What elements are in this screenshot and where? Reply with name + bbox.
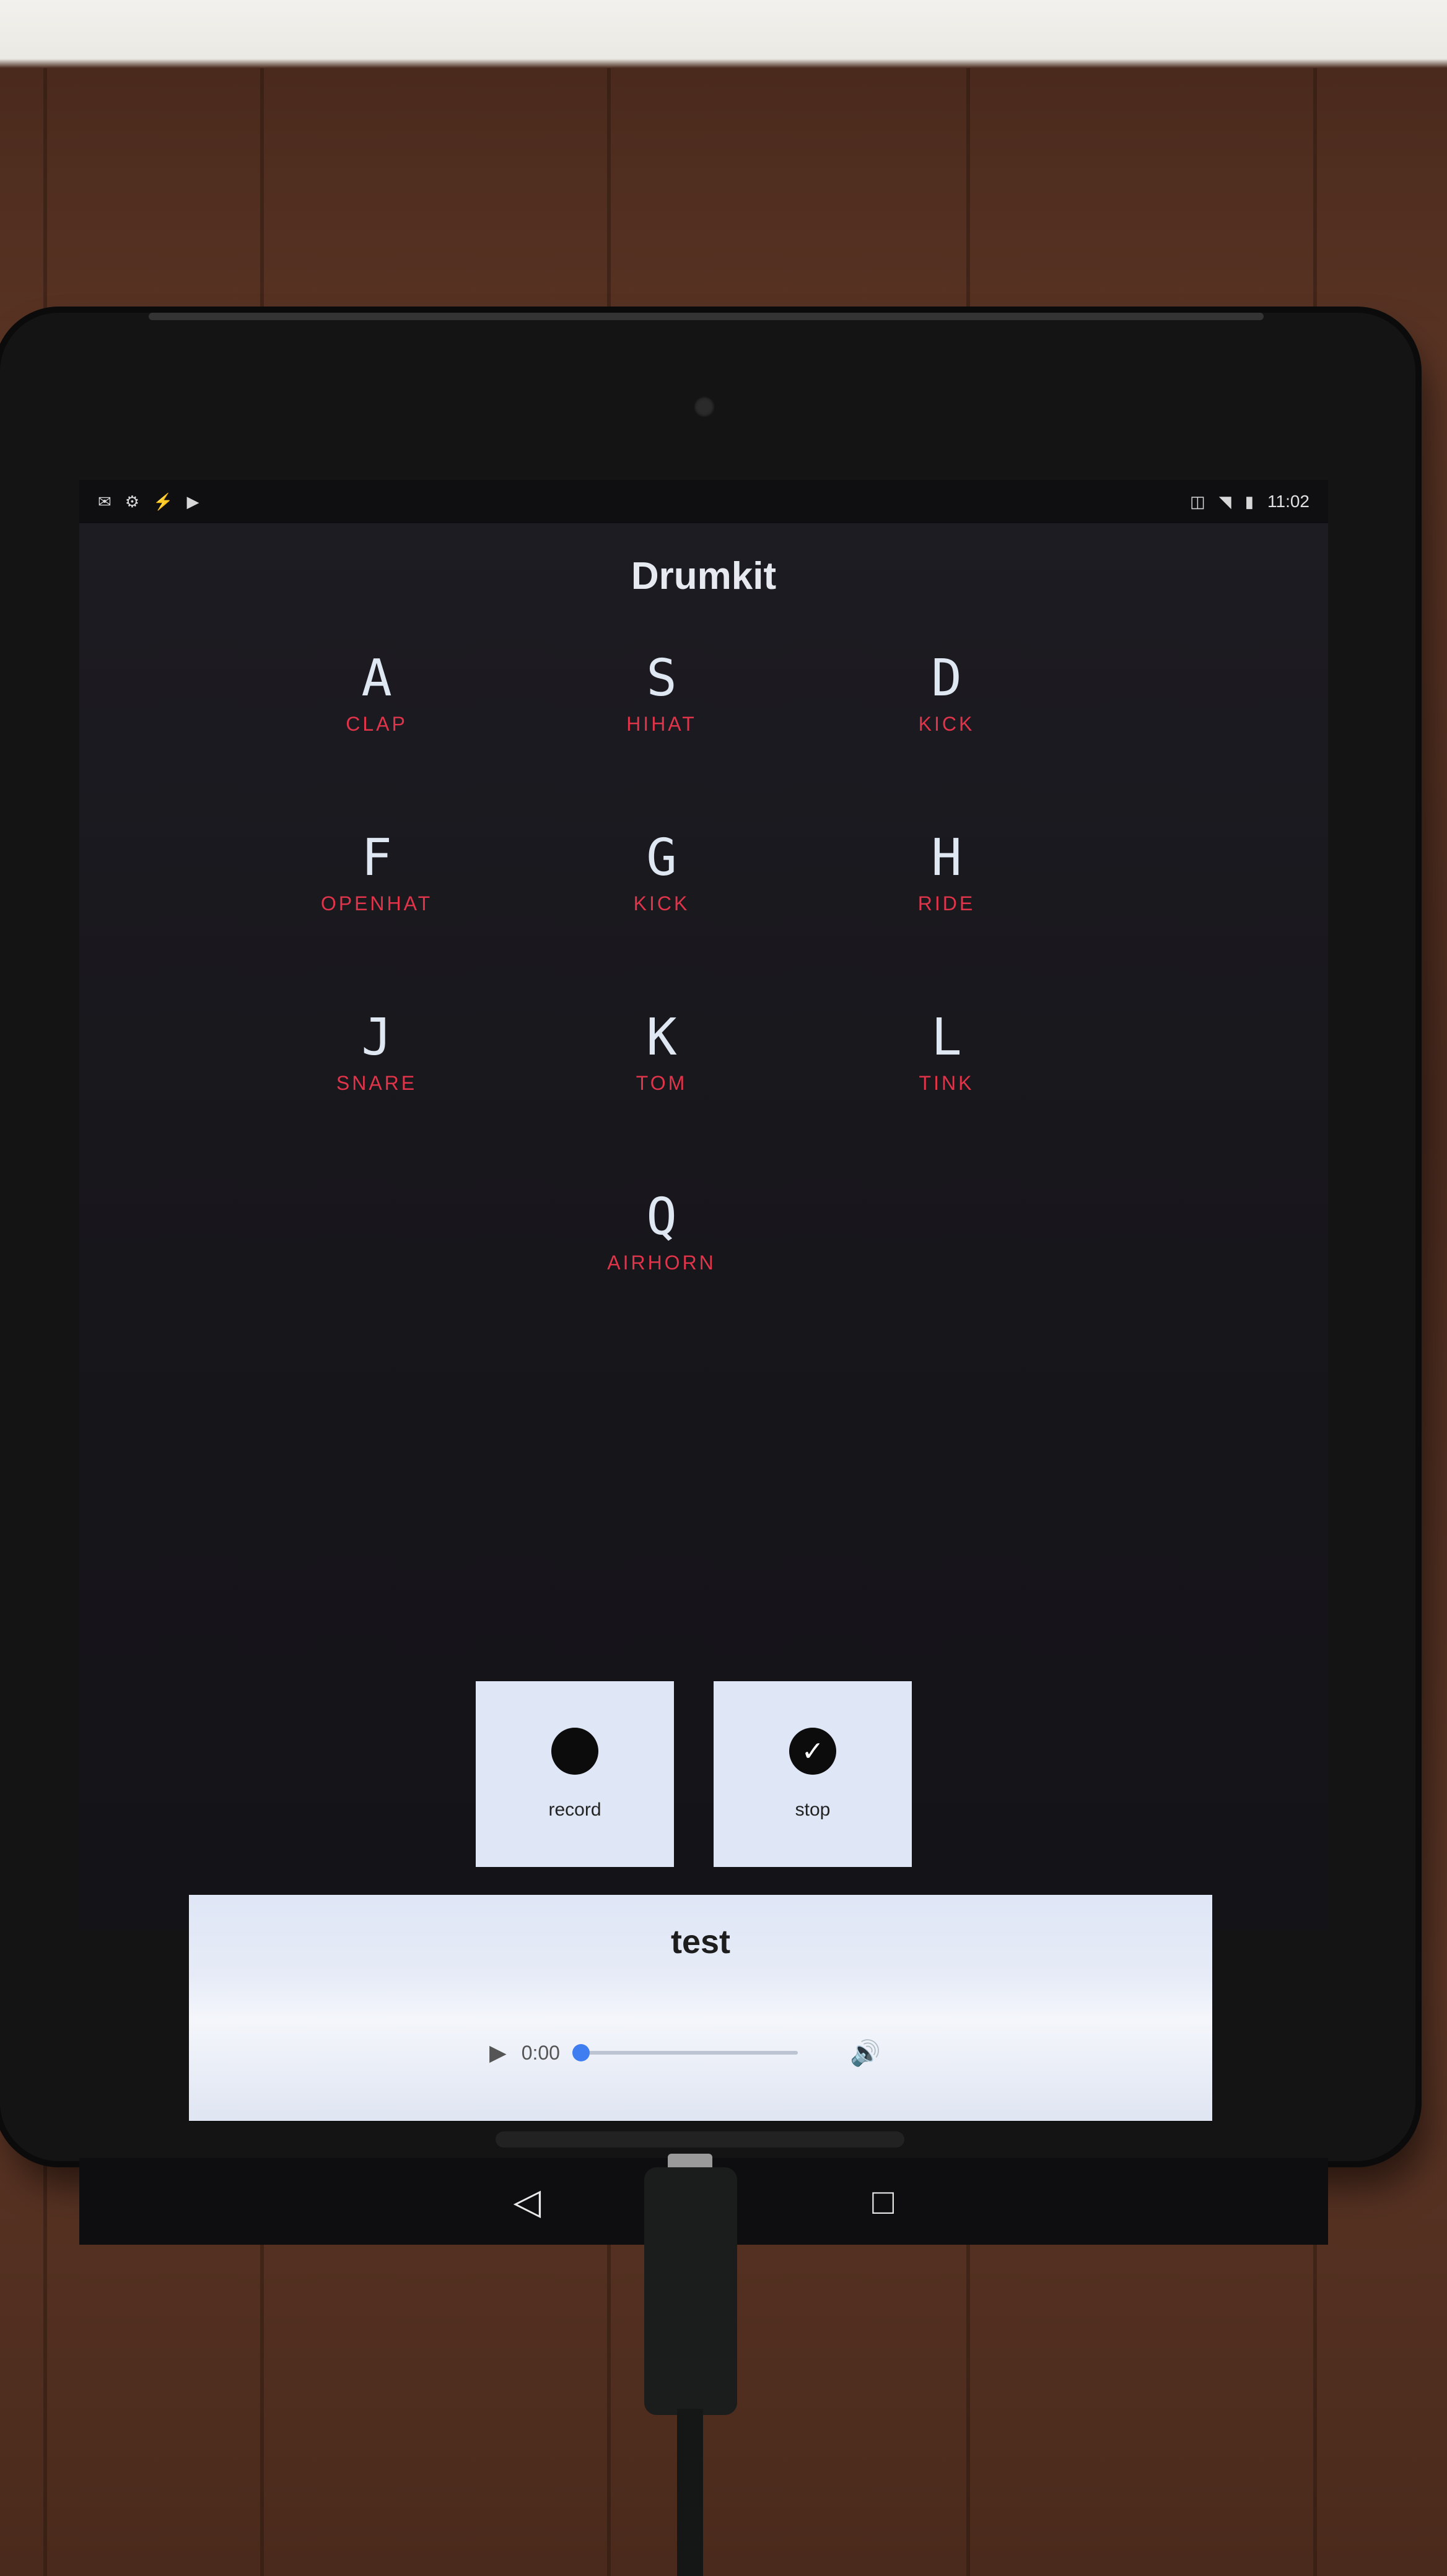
drum-key-h[interactable]: H RIDE [804,833,1089,1012]
playback-time: 0:00 [521,2041,560,2064]
status-bar: ✉ ⚙ ⚡ ▶ ◫ ◥ ▮ 11:02 [79,480,1328,523]
record-icon [551,1728,598,1775]
audio-player: ▶ 0:00 🔊 [489,2034,911,2071]
stop-button[interactable]: ✓ stop [714,1681,912,1867]
key-sound-label: OPENHAT [320,892,433,915]
key-letter: F [361,829,392,887]
drum-key-j[interactable]: J SNARE [234,1012,519,1192]
status-time: 11:02 [1267,492,1309,511]
play-icon[interactable]: ▶ [489,2040,507,2066]
status-right-icons: ◫ ◥ ▮ 11:02 [1190,492,1309,511]
recents-icon[interactable]: □ [872,2181,894,2222]
drum-key-k[interactable]: K TOM [519,1012,804,1192]
volume-icon[interactable]: 🔊 [850,2039,881,2068]
tablet-device: ✉ ⚙ ⚡ ▶ ◫ ◥ ▮ 11:02 Drumkit A CLAP S HIH… [0,313,1415,2245]
tablet-screen: ✉ ⚙ ⚡ ▶ ◫ ◥ ▮ 11:02 Drumkit A CLAP S HIH… [79,480,1328,1929]
app-title: Drumkit [631,555,777,598]
tablet-edge-highlight [149,313,1264,320]
key-letter: J [361,1008,392,1067]
seek-bar[interactable] [572,2044,798,2061]
usb-cable-cord [677,2409,703,2576]
key-sound-label: KICK [918,713,975,735]
notification-icon: ⚙ [125,492,140,511]
key-letter: A [361,649,392,708]
key-letter: H [931,829,962,887]
seek-knob[interactable] [572,2044,590,2061]
drum-keys-grid: A CLAP S HIHAT D KICK F OPENHAT G KICK H… [234,653,1089,1372]
recording-controls: record ✓ stop [476,1681,934,1867]
record-label: record [548,1799,601,1820]
drum-key-d[interactable]: D KICK [804,653,1089,833]
back-icon[interactable]: ◁ [514,2180,541,2222]
key-letter: L [931,1008,962,1067]
key-sound-label: TINK [919,1072,974,1094]
stop-label: stop [795,1799,831,1820]
usb-port [496,2131,904,2147]
key-letter: S [646,649,677,708]
notification-icon: ✉ [98,492,111,511]
key-letter: G [646,829,677,887]
checkmark-icon: ✓ [789,1728,836,1775]
battery-icon: ▮ [1244,492,1254,511]
key-sound-label: AIRHORN [607,1251,716,1274]
drum-key-f[interactable]: F OPENHAT [234,833,519,1012]
key-sound-label: HIHAT [626,713,697,735]
key-sound-label: SNARE [336,1072,417,1094]
recording-title: test [670,1923,731,1960]
recording-card: test ▶ 0:00 🔊 [189,1895,1212,2121]
drum-key-s[interactable]: S HIHAT [519,653,804,833]
key-letter: Q [646,1188,677,1247]
key-sound-label: RIDE [917,892,976,915]
key-sound-label: KICK [633,892,690,915]
drum-key-l[interactable]: L TINK [804,1012,1089,1192]
key-sound-label: TOM [636,1072,688,1094]
vibrate-icon: ◫ [1190,492,1205,511]
key-letter: K [646,1008,677,1067]
key-letter: D [931,649,962,708]
status-left-icons: ✉ ⚙ ⚡ ▶ [98,492,199,511]
notification-icon: ⚡ [153,492,173,511]
record-button[interactable]: record [476,1681,674,1867]
drum-key-q[interactable]: Q AIRHORN [519,1192,804,1372]
drum-key-a[interactable]: A CLAP [234,653,519,833]
key-sound-label: CLAP [346,713,408,735]
usb-cable-plug [644,2167,737,2415]
play-store-icon: ▶ [186,492,199,511]
front-camera [694,396,715,417]
wifi-icon: ◥ [1218,492,1231,511]
drum-key-g[interactable]: G KICK [519,833,804,1012]
